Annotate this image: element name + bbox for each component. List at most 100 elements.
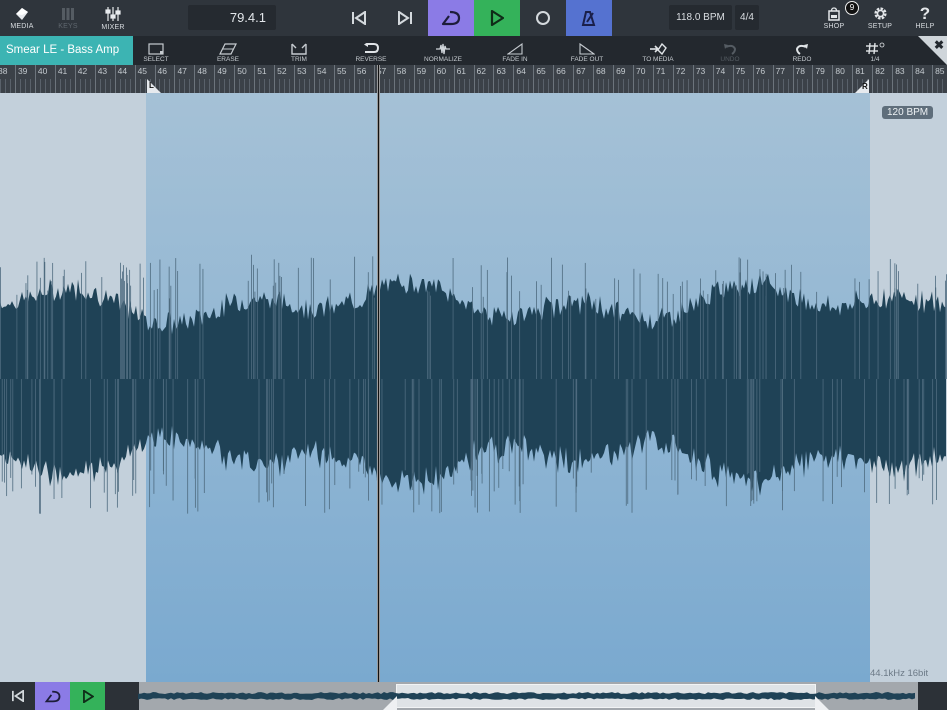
position-display[interactable]: 79.4.1 <box>188 5 276 30</box>
playhead[interactable] <box>377 65 380 682</box>
overview-rewind-button[interactable] <box>0 682 35 710</box>
ruler-beat-tick <box>887 79 889 93</box>
ruler-bar-48: 48 <box>194 65 207 93</box>
ruler-beat-tick <box>682 79 684 93</box>
ruler-beat-tick <box>309 79 311 93</box>
ruler-beat-tick <box>757 79 759 93</box>
ruler-bar-43: 43 <box>94 65 107 93</box>
to-media-tool[interactable]: TO MEDIA <box>637 36 679 65</box>
ruler-beat-tick <box>244 79 246 93</box>
ruler-bar-number: 47 <box>177 66 187 76</box>
close-icon[interactable]: ✖ <box>934 38 944 52</box>
media-button[interactable]: MEDIA <box>6 0 38 36</box>
ruler-bar-number: 38 <box>0 66 8 76</box>
metronome-button[interactable] <box>566 0 612 36</box>
ruler-beat-tick <box>69 79 71 93</box>
ruler-beat-tick <box>677 79 679 93</box>
overview-window-left-handle[interactable] <box>383 696 397 710</box>
redo-label: REDO <box>792 56 812 63</box>
ruler-beat-tick <box>219 79 221 93</box>
ruler-beat-tick <box>259 79 261 93</box>
loop-button[interactable] <box>428 0 474 36</box>
normalize-tool[interactable]: NORMALIZE <box>420 36 466 65</box>
ruler-beat-tick <box>448 79 450 93</box>
eraser-icon <box>219 43 237 55</box>
ruler-beat-tick <box>503 79 505 93</box>
ruler-beat-tick <box>89 79 91 93</box>
ruler-beat-tick <box>717 79 719 93</box>
ruler-beat-tick <box>647 79 649 93</box>
ruler-beat-tick <box>588 79 590 93</box>
ruler-beat-tick <box>59 79 61 93</box>
ruler-beat-tick <box>628 79 630 93</box>
rewind-button[interactable] <box>336 0 382 36</box>
skip-forward-icon <box>398 11 412 25</box>
erase-tool[interactable]: ERASE <box>212 36 244 65</box>
to-media-label: TO MEDIA <box>642 56 674 63</box>
ruler-bar-64: 64 <box>513 65 526 93</box>
time-signature-display[interactable]: 4/4 <box>735 5 759 30</box>
ruler-beat-tick <box>49 79 51 93</box>
ruler-beat-tick <box>657 79 659 93</box>
record-button[interactable] <box>520 0 566 36</box>
play-icon <box>82 689 94 703</box>
ruler-beat-tick <box>328 79 330 93</box>
ruler-bar-number: 60 <box>436 66 447 76</box>
question-icon: ? <box>919 4 931 23</box>
fade-in-tool[interactable]: FADE IN <box>497 36 533 65</box>
ruler-bar-number: 69 <box>616 66 626 76</box>
ruler-beat-tick <box>438 79 440 93</box>
ruler-bar-number: 48 <box>197 66 207 76</box>
mixer-button[interactable]: MIXER <box>97 0 129 36</box>
undo-button[interactable]: UNDO <box>714 36 746 65</box>
overview-play-button[interactable] <box>70 682 105 710</box>
ruler-beat-tick <box>423 79 425 93</box>
ruler-bar-number: 41 <box>57 66 68 76</box>
reverse-tool[interactable]: REVERSE <box>352 36 390 65</box>
ruler-bar-54: 54 <box>314 65 326 93</box>
ruler-beat-tick <box>184 79 186 93</box>
ruler-bar-number: 83 <box>895 66 905 76</box>
normalize-icon <box>436 43 450 55</box>
play-button[interactable] <box>474 0 520 36</box>
ruler-beat-tick <box>199 79 201 93</box>
ruler-bar-45: 45 <box>134 65 147 93</box>
help-button[interactable]: ? HELP <box>911 0 939 36</box>
ruler-beat-tick <box>882 79 884 93</box>
ruler-bar-number: 66 <box>556 66 566 76</box>
ruler-beat-tick <box>568 79 570 93</box>
redo-button[interactable]: REDO <box>786 36 818 65</box>
grid-snap-button[interactable]: 1/4 <box>860 36 890 65</box>
ruler-bar-72: 72 <box>672 65 685 93</box>
ruler-bar-52: 52 <box>274 65 287 93</box>
setup-label: SETUP <box>867 23 893 30</box>
ruler-bar-47: 47 <box>174 65 187 93</box>
ruler-bar-79: 79 <box>812 65 825 93</box>
ruler-bar-50: 50 <box>234 65 247 93</box>
ruler-bar-39: 39 <box>14 65 27 93</box>
ruler-beat-tick <box>29 79 31 93</box>
overview-loop-button[interactable] <box>35 682 70 710</box>
shop-button[interactable]: SHOP <box>820 0 848 36</box>
forward-button[interactable] <box>382 0 428 36</box>
ruler-bar-number: 79 <box>815 66 825 76</box>
undo-icon <box>724 44 737 55</box>
fade-out-tool[interactable]: FADE OUT <box>567 36 607 65</box>
audio-editor-canvas[interactable] <box>0 93 947 682</box>
overview-waveform-body <box>138 692 915 700</box>
media-label: MEDIA <box>10 22 34 30</box>
tempo-display[interactable]: 118.0 BPM <box>669 5 732 30</box>
setup-button[interactable]: SETUP <box>866 0 894 36</box>
keys-button[interactable]: KEYS <box>52 0 84 36</box>
ruler-beat-tick <box>104 79 106 93</box>
overview-window-right-handle[interactable] <box>815 696 829 710</box>
track-name-tab[interactable]: Smear LE - Bass Amp <box>0 36 133 65</box>
ruler-bar-number: 59 <box>416 66 427 76</box>
grid-snap-icon <box>866 42 885 55</box>
ruler-bar-number: 64 <box>516 66 526 76</box>
ruler-bar-number: 50 <box>237 66 247 76</box>
trim-tool[interactable]: TRIM <box>283 36 315 65</box>
timeline-ruler[interactable]: 38 39 40 41 42 43 44 45 46 47 48 49 50 51 52 53 54 55 56 57… <box>0 65 947 93</box>
select-tool[interactable]: SELECT <box>140 36 172 65</box>
ruler-bar-number: 54 <box>317 66 327 76</box>
